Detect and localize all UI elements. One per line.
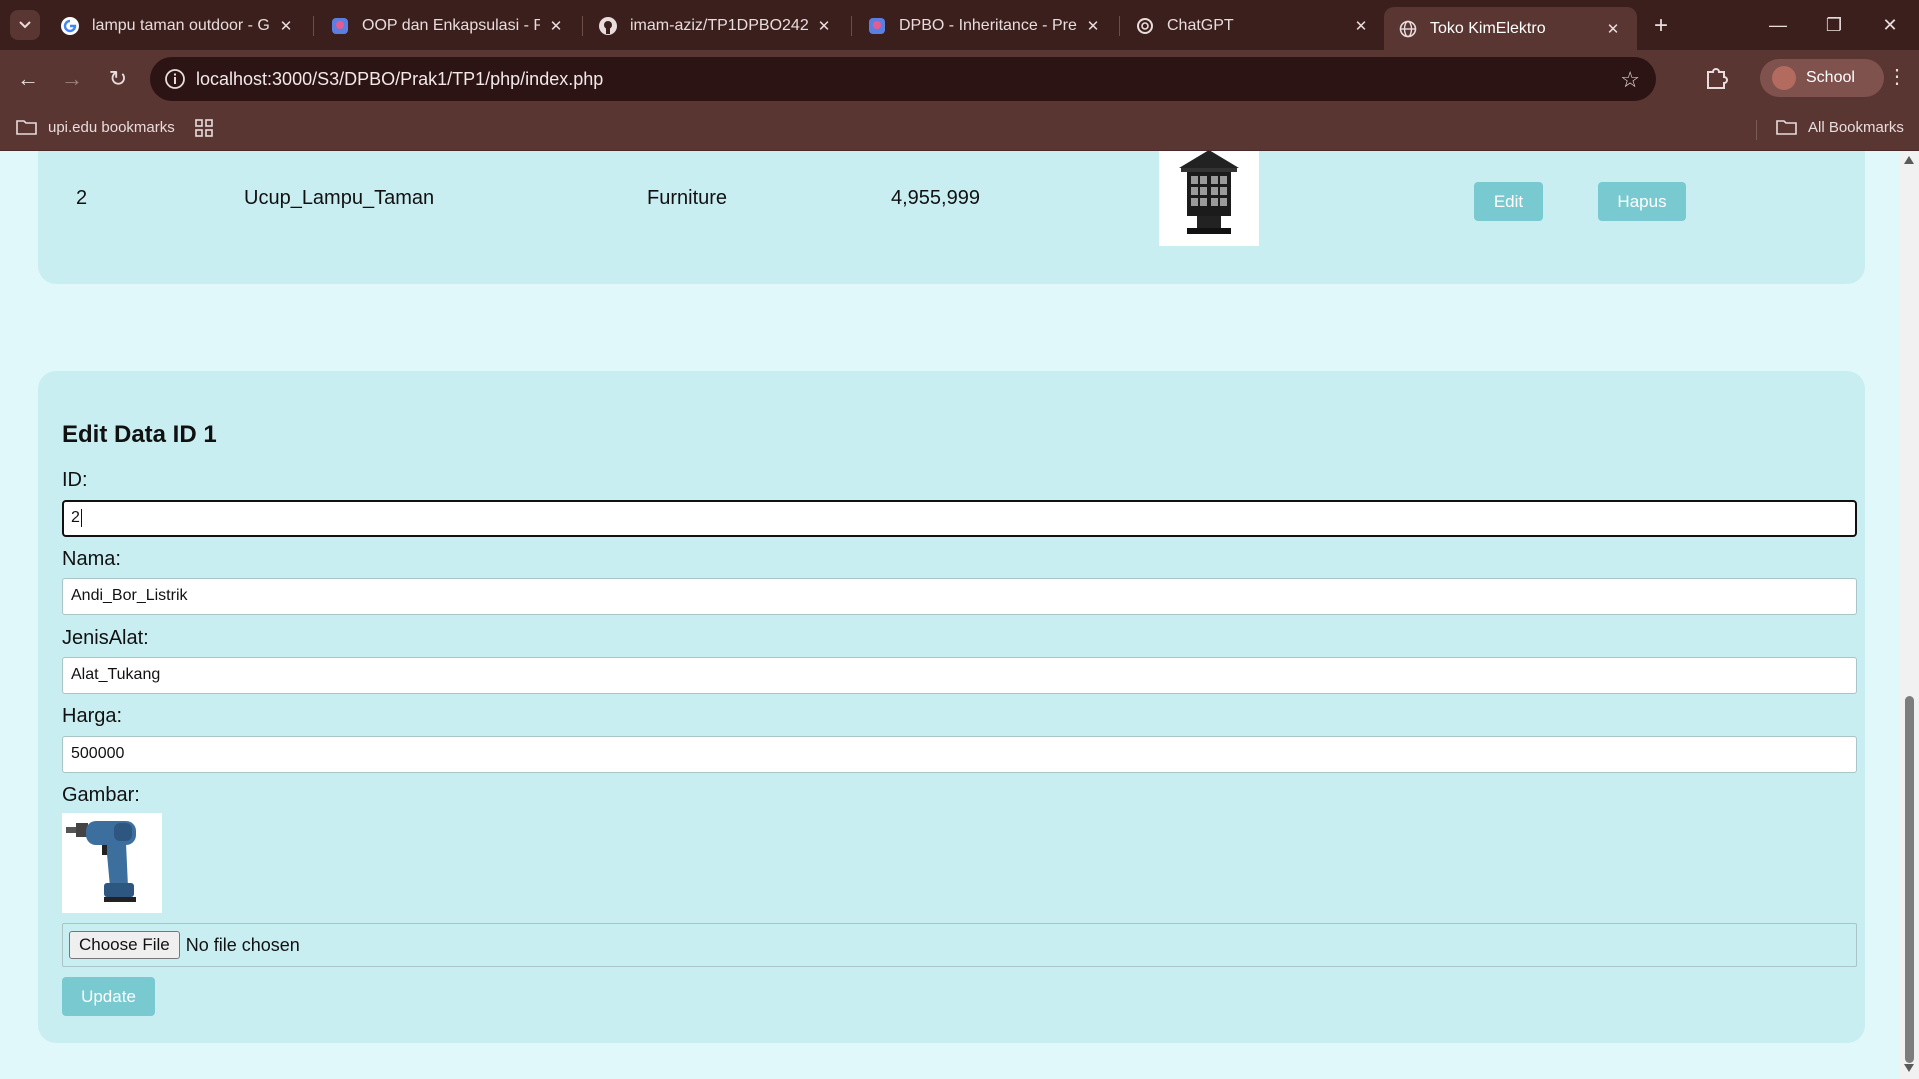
avatar [1772, 66, 1796, 90]
tab-4[interactable]: ChatGPT ✕ [1121, 7, 1385, 44]
file-input[interactable]: Choose File No file chosen [62, 923, 1857, 967]
slides-icon [330, 16, 350, 36]
form-title: Edit Data ID 1 [62, 421, 217, 448]
harga-input-value: 500000 [71, 745, 125, 762]
nama-label: Nama: [62, 548, 121, 570]
update-button[interactable]: Update [62, 977, 155, 1016]
address-bar[interactable]: localhost:3000/S3/DPBO/Prak1/TP1/php/ind… [150, 57, 1656, 101]
close-icon[interactable]: ✕ [276, 16, 296, 36]
tab-separator [1119, 16, 1120, 36]
tab-1[interactable]: OOP dan Enkapsulasi - Pre ✕ [316, 7, 580, 44]
url-text[interactable]: localhost:3000/S3/DPBO/Prak1/TP1/php/ind… [196, 69, 603, 90]
no-file-chosen-text: No file chosen [185, 934, 300, 955]
tab-0[interactable]: lampu taman outdoor - Go ✕ [46, 7, 310, 44]
cell-harga: 4,955,999 [891, 187, 980, 209]
tab-5-active[interactable]: Toko KimElektro ✕ [1384, 7, 1637, 50]
tab-title: DPBO - Inheritance - Prese [899, 16, 1077, 34]
profile-label: School [1806, 69, 1855, 86]
minimize-icon[interactable]: — [1758, 10, 1798, 40]
tab-strip: lampu taman outdoor - Go ✕ OOP dan Enkap… [0, 0, 1919, 50]
jenis-input[interactable]: Alat_Tukang [62, 657, 1857, 694]
product-table-card: 2 Ucup_Lampu_Taman Furniture 4,955,999 E… [38, 151, 1865, 284]
google-icon [60, 16, 80, 36]
globe-icon [1398, 19, 1418, 39]
page-scrollbar[interactable] [1900, 151, 1919, 1079]
bookmark-divider [1756, 120, 1757, 140]
id-label: ID: [62, 469, 88, 491]
window-close-icon[interactable]: ✕ [1870, 10, 1910, 40]
edit-form-card: Edit Data ID 1 ID: 2 Nama: Andi_Bor_List… [38, 371, 1865, 1043]
all-bookmarks-label: All Bookmarks [1808, 118, 1904, 136]
close-icon[interactable]: ✕ [1351, 16, 1371, 36]
hapus-button[interactable]: Hapus [1598, 182, 1686, 221]
bookmark-star-icon[interactable]: ☆ [1620, 67, 1640, 93]
close-icon[interactable]: ✕ [546, 16, 566, 36]
bookmark-label: upi.edu bookmarks [48, 118, 175, 136]
nama-input-value: Andi_Bor_Listrik [71, 587, 188, 604]
harga-label: Harga: [62, 705, 123, 727]
tab-separator [313, 16, 314, 36]
cell-jenis: Furniture [647, 187, 728, 209]
tab-search-button[interactable] [10, 10, 40, 40]
site-info-icon[interactable] [164, 68, 186, 90]
tab-separator [851, 16, 852, 36]
scroll-up-arrow-icon[interactable] [1904, 156, 1914, 164]
close-icon[interactable]: ✕ [1083, 16, 1103, 36]
tab-2[interactable]: imam-aziz/TP1DPBO2425C ✕ [584, 7, 848, 44]
back-arrow-icon[interactable]: ← [13, 64, 43, 94]
harga-input[interactable]: 500000 [62, 736, 1857, 773]
forward-arrow-icon[interactable]: → [57, 64, 87, 94]
tab-title: ChatGPT [1167, 16, 1234, 34]
chevron-down-icon [19, 21, 31, 29]
id-input-value: 2 [71, 509, 80, 527]
jenis-input-value: Alat_Tukang [71, 666, 161, 683]
tab-title: OOP dan Enkapsulasi - Pre [362, 16, 540, 34]
cell-nama: Ucup_Lampu_Taman [244, 187, 435, 209]
nama-input[interactable]: Andi_Bor_Listrik [62, 578, 1857, 615]
edit-button[interactable]: Edit [1474, 182, 1543, 221]
tab-title: lampu taman outdoor - Go [92, 16, 270, 34]
bookmarks-bar: upi.edu bookmarks All Bookmarks [0, 108, 1919, 151]
browser-toolbar: ← → ↻ localhost:3000/S3/DPBO/Prak1/TP1/p… [0, 50, 1919, 108]
choose-file-button[interactable]: Choose File [69, 931, 180, 959]
garden-lamp-image [1159, 151, 1259, 246]
cell-id: 2 [76, 187, 88, 209]
scroll-down-arrow-icon[interactable] [1904, 1064, 1914, 1072]
browser-chrome: lampu taman outdoor - Go ✕ OOP dan Enkap… [0, 0, 1919, 151]
menu-kebab-icon[interactable]: ⋮ [1887, 64, 1907, 90]
close-icon[interactable]: ✕ [1603, 19, 1623, 39]
reload-icon[interactable]: ↻ [103, 64, 133, 94]
github-icon [598, 16, 618, 36]
tab-separator [582, 16, 583, 36]
folder-icon [1776, 120, 1797, 135]
folder-icon [16, 120, 37, 135]
bookmark-folder-upi[interactable]: upi.edu bookmarks [16, 118, 175, 136]
apps-grid-icon[interactable] [194, 118, 224, 138]
close-icon[interactable]: ✕ [814, 16, 834, 36]
electric-drill-image [62, 813, 162, 913]
tab-3[interactable]: DPBO - Inheritance - Prese ✕ [853, 7, 1117, 44]
slides-icon [867, 16, 887, 36]
tab-title: imam-aziz/TP1DPBO2425C [630, 16, 808, 34]
restore-icon[interactable]: ❐ [1814, 10, 1854, 40]
profile-button[interactable]: School [1760, 59, 1884, 97]
all-bookmarks-button[interactable]: All Bookmarks [1776, 118, 1904, 136]
tab-title: Toko KimElektro [1430, 19, 1546, 37]
jenis-label: JenisAlat: [62, 627, 149, 649]
extensions-puzzle-icon[interactable] [1701, 62, 1731, 92]
chatgpt-icon [1135, 16, 1155, 36]
id-input[interactable]: 2 [62, 500, 1857, 537]
scrollbar-thumb[interactable] [1905, 696, 1914, 1063]
page-viewport: 2 Ucup_Lampu_Taman Furniture 4,955,999 E… [0, 151, 1900, 1079]
text-caret [80, 509, 82, 527]
new-tab-button[interactable]: + [1647, 12, 1675, 40]
gambar-label: Gambar: [62, 784, 140, 806]
